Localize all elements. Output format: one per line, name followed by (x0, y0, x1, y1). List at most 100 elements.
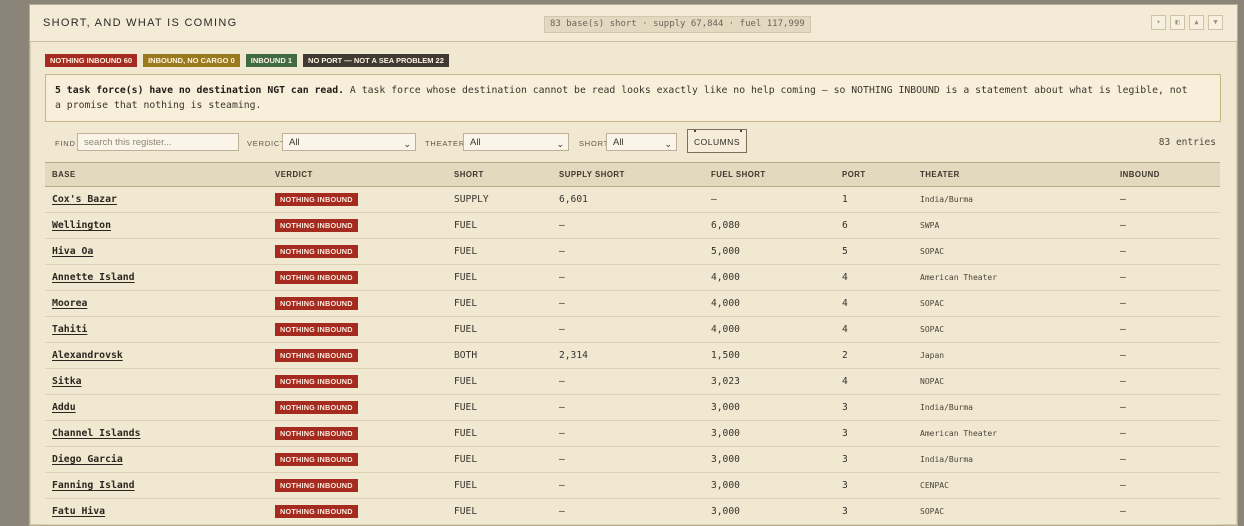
register-panel: SHORT, AND WHAT IS COMING 83 base(s) sho… (29, 4, 1238, 526)
verdict-badge: NOTHING INBOUND (275, 245, 358, 258)
table-row[interactable]: Annette Island NOTHING INBOUND FUEL —4,000 4… (45, 264, 1220, 291)
table-row[interactable]: Moorea NOTHING INBOUND FUEL —4,000 4 SOPAC — (45, 290, 1220, 317)
base-link[interactable]: Annette Island (45, 264, 268, 291)
table-row[interactable]: Diego Garcia NOTHING INBOUND FUEL —3,000 3 In… (45, 446, 1220, 473)
verdict-cell: NOTHING INBOUND (268, 368, 447, 395)
inbound-cell: — (1113, 394, 1220, 421)
theater-cell: Japan (913, 342, 1113, 369)
port-cell: 1 (835, 186, 913, 213)
supply-short-cell: — (552, 316, 704, 343)
columns-button[interactable]: COLUMNS (687, 129, 747, 153)
fuel-short-cell: 3,000 (704, 446, 835, 473)
table-body: Cox's Bazar NOTHING INBOUND SUPPLY 6,601—1 I… (45, 186, 1220, 525)
chevron-down-icon: ⌄ (556, 139, 564, 149)
theater-cell: SWPA (913, 212, 1113, 239)
inbound-cell: — (1113, 264, 1220, 291)
chip-inbound-no-cargo[interactable]: INBOUND, NO CARGO 0 (143, 54, 240, 67)
verdict-badge: NOTHING INBOUND (275, 297, 358, 310)
base-link[interactable]: Moorea (45, 290, 268, 317)
base-link[interactable]: Diego Garcia (45, 446, 268, 473)
up-icon[interactable]: ▲ (1189, 15, 1204, 30)
table-row[interactable]: Addu NOTHING INBOUND FUEL —3,000 3 India/Burm… (45, 394, 1220, 421)
short-cell: SUPPLY (447, 186, 552, 213)
table-row[interactable]: Wellington NOTHING INBOUND FUEL —6,080 6 SWPA… (45, 212, 1220, 239)
table-row[interactable]: Channel Islands NOTHING INBOUND FUEL —3,000… (45, 420, 1220, 447)
chip-inbound[interactable]: INBOUND 1 (245, 54, 298, 67)
col-short[interactable]: SHORT (447, 162, 552, 187)
base-link[interactable]: Wellington (45, 212, 268, 239)
entries-count: 83 entries (1158, 137, 1216, 148)
table-row[interactable]: Sitka NOTHING INBOUND FUEL —3,023 4 NOPAC — (45, 368, 1220, 395)
col-base[interactable]: BASE (45, 162, 268, 187)
verdict-badge: NOTHING INBOUND (275, 193, 358, 206)
table-row[interactable]: Tahiti NOTHING INBOUND FUEL —4,000 4 SOPAC — (45, 316, 1220, 343)
base-link[interactable]: Channel Islands (45, 420, 268, 447)
col-supply-short[interactable]: SUPPLY SHORT (552, 162, 704, 187)
base-link[interactable]: Fatu Hiva (45, 498, 268, 525)
chip-nothing-inbound[interactable]: NOTHING INBOUND 60 (45, 54, 138, 67)
theater-label: THEATER (425, 139, 466, 148)
verdict-chips: NOTHING INBOUND 60 INBOUND, NO CARGO 0 I… (45, 54, 449, 67)
verdict-badge: NOTHING INBOUND (275, 349, 358, 362)
theater-cell: SOPAC (913, 290, 1113, 317)
short-select[interactable]: All ⌄ (606, 133, 677, 151)
fuel-short-cell: 3,000 (704, 420, 835, 447)
supply-short-cell: — (552, 238, 704, 265)
theater-select[interactable]: All ⌄ (463, 133, 569, 151)
short-cell: FUEL (447, 420, 552, 447)
short-cell: FUEL (447, 264, 552, 291)
verdict-badge: NOTHING INBOUND (275, 505, 358, 518)
chip-no-port[interactable]: NO PORT — NOT A SEA PROBLEM 22 (303, 54, 449, 67)
verdict-badge: NOTHING INBOUND (275, 219, 358, 232)
short-label: SHORT (579, 139, 610, 148)
table-row[interactable]: Fanning Island NOTHING INBOUND FUEL —3,000 3… (45, 472, 1220, 499)
filter-icon[interactable]: ▾ (1151, 15, 1166, 30)
table-row[interactable]: Fatu Hiva NOTHING INBOUND FUEL —3,000 3 SOPAC… (45, 498, 1220, 525)
theater-cell: NOPAC (913, 368, 1113, 395)
verdict-cell: NOTHING INBOUND (268, 342, 447, 369)
search-input[interactable]: search this register... (77, 133, 239, 151)
base-link[interactable]: Tahiti (45, 316, 268, 343)
col-fuel-short[interactable]: FUEL SHORT (704, 162, 835, 187)
short-cell: FUEL (447, 212, 552, 239)
table-row[interactable]: Alexandrovsk NOTHING INBOUND BOTH 2,314 1,50… (45, 342, 1220, 369)
down-icon[interactable]: ▼ (1208, 15, 1223, 30)
inbound-cell: — (1113, 342, 1220, 369)
col-theater[interactable]: THEATER (913, 162, 1113, 187)
fuel-short-cell: 3,000 (704, 472, 835, 499)
base-link[interactable]: Alexandrovsk (45, 342, 268, 369)
col-inbound[interactable]: INBOUND (1113, 162, 1220, 187)
find-label: FIND (55, 139, 76, 148)
notice-bold: 5 task force(s) have no destination NGT … (55, 85, 345, 96)
fuel-short-cell: 6,080 (704, 212, 835, 239)
port-cell: 4 (835, 290, 913, 317)
verdict-cell: NOTHING INBOUND (268, 446, 447, 473)
port-cell: 3 (835, 420, 913, 447)
panel-icon[interactable]: ◧ (1170, 15, 1185, 30)
theater-cell: American Theater (913, 264, 1113, 291)
base-link[interactable]: Fanning Island (45, 472, 268, 499)
base-link[interactable]: Addu (45, 394, 268, 421)
verdict-cell: NOTHING INBOUND (268, 498, 447, 525)
port-cell: 4 (835, 264, 913, 291)
port-cell: 4 (835, 316, 913, 343)
col-port[interactable]: PORT (835, 162, 913, 187)
verdict-badge: NOTHING INBOUND (275, 427, 358, 440)
inbound-cell: — (1113, 498, 1220, 525)
theater-cell: India/Burma (913, 186, 1113, 213)
summary-badge: 83 base(s) short · supply 67,844 · fuel … (544, 16, 811, 33)
verdict-select-value: All (289, 137, 300, 148)
port-cell: 3 (835, 498, 913, 525)
theater-cell: India/Burma (913, 446, 1113, 473)
table-row[interactable]: Hiva Oa NOTHING INBOUND FUEL —5,000 5 SOPAC — (45, 238, 1220, 265)
table-row[interactable]: Cox's Bazar NOTHING INBOUND SUPPLY 6,601—1 I… (45, 186, 1220, 213)
base-link[interactable]: Hiva Oa (45, 238, 268, 265)
supply-short-cell: — (552, 420, 704, 447)
supply-short-cell: — (552, 290, 704, 317)
verdict-select[interactable]: All ⌄ (282, 133, 416, 151)
inbound-cell: — (1113, 186, 1220, 213)
legibility-notice: 5 task force(s) have no destination NGT … (45, 74, 1221, 122)
base-link[interactable]: Sitka (45, 368, 268, 395)
base-link[interactable]: Cox's Bazar (45, 186, 268, 213)
col-verdict[interactable]: VERDICT (268, 162, 447, 187)
